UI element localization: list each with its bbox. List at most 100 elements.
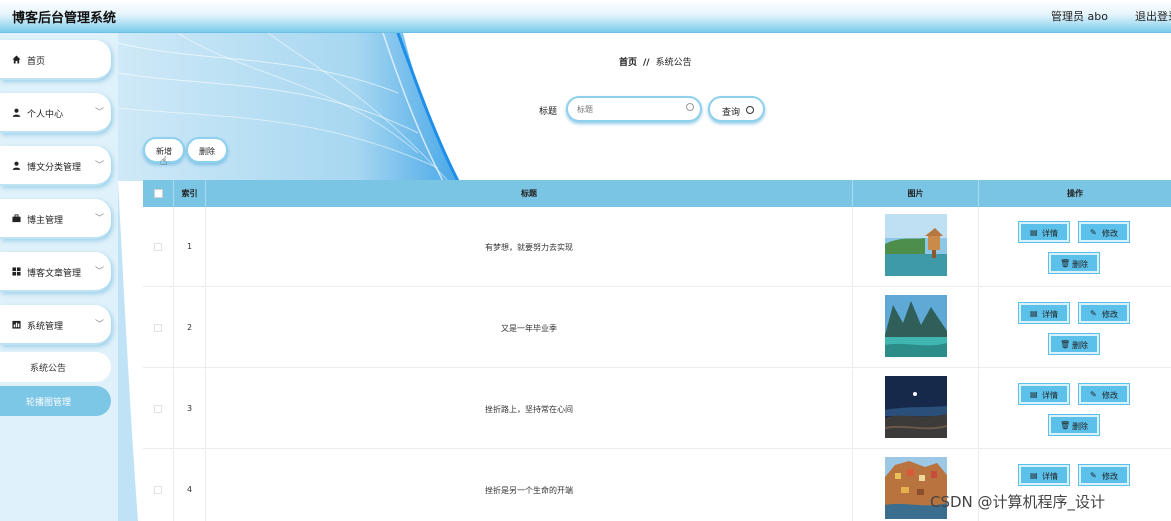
table-row: 1 有梦想，就要努力去实现 ▤ 详情 ✎ 修改 🗑 删除 [143,207,1171,287]
detail-button[interactable]: ▤ 详情 [1018,302,1070,324]
search-icon [746,106,754,114]
chevron-down-icon: ﹀ [94,161,104,171]
csdn-watermark: CSDN @计算机程序_设计 [930,493,1106,511]
sidebar-item-category[interactable]: 博文分类管理 ﹀ [0,146,111,186]
chevron-down-icon: ﹀ [94,267,104,277]
current-user-label: 管理员 abo [1051,10,1108,23]
search-field[interactable] [566,96,702,122]
delete-button[interactable]: 🗑 删除 [1048,252,1100,274]
hand-cursor-icon: ☝ [160,154,168,168]
document-icon: ▤ [1030,228,1038,237]
title-cell: 又是一年毕业季 [206,288,853,368]
home-icon [12,55,21,64]
operations-cell: ▤ 详情 ✎ 修改 🗑 删除 [979,288,1171,368]
document-icon: ▤ [1030,471,1038,480]
submenu-item-announcement[interactable]: 系统公告 [0,352,111,382]
header-select-cell [143,180,174,207]
pencil-icon: ✎ [1090,309,1097,318]
search-label: 标题 [539,107,558,117]
header-title: 标题 [206,180,853,207]
submenu-item-label: 系统公告 [30,364,67,374]
sidebar: 首页 个人中心 ﹀ 博文分类管理 ﹀ 博主管理 ﹀ 博客文章管理 ﹀ 系统管理 … [0,33,118,521]
table-row: 2 又是一年毕业季 ▤ 详情 ✎ 修改 🗑 删除 [143,288,1171,368]
briefcase-icon [12,214,21,223]
select-cell [143,450,174,521]
title-cell: 有梦想，就要努力去实现 [206,207,853,287]
pencil-icon: ✎ [1090,471,1097,480]
document-icon: ▤ [1030,390,1038,399]
row-checkbox[interactable] [154,243,162,251]
user-icon [12,108,21,117]
image-cell [853,369,979,449]
chevron-down-icon: ﹀ [94,320,104,330]
table-header: 索引 标题 图片 操作 [143,180,1171,207]
trash-icon: 🗑 [1060,340,1071,349]
search-icon [686,103,694,111]
submenu-item-carousel[interactable]: 轮播图管理 [0,386,111,416]
chevron-down-icon: ﹀ [94,108,104,118]
chevron-down-icon: ﹀ [94,214,104,224]
detail-button[interactable]: ▤ 详情 [1018,383,1070,405]
sidebar-item-label: 个人中心 [27,110,64,120]
app-title: 博客后台管理系统 [12,11,117,26]
row-checkbox[interactable] [154,486,162,494]
edit-button[interactable]: ✎ 修改 [1078,464,1130,486]
sidebar-item-personal-center[interactable]: 个人中心 ﹀ [0,93,111,133]
thumbnail-night-sky-coast[interactable] [885,376,947,438]
header-operations: 操作 [1067,189,1083,198]
sidebar-item-label: 首页 [27,57,46,67]
title-cell: 挫折是另一个生命的开端 [206,450,853,521]
document-icon: ▤ [1030,309,1038,318]
thumbnail-mountain-river[interactable] [885,295,947,357]
pencil-icon: ✎ [1090,228,1097,237]
query-button[interactable]: 查询 [708,96,765,122]
sidebar-item-blogger[interactable]: 博主管理 ﹀ [0,199,111,239]
breadcrumb-current: 系统公告 [655,58,692,68]
edit-button[interactable]: ✎ 修改 [1078,221,1130,243]
trash-icon: 🗑 [1060,421,1071,430]
breadcrumb-separator: // [643,58,650,68]
table-row: 3 挫折路上，坚持常在心间 ▤ 详情 ✎ 修改 🗑 删除 [143,369,1171,449]
pencil-icon: ✎ [1090,390,1097,399]
sidebar-item-label: 博文分类管理 [27,163,82,173]
index-cell: 1 [174,207,206,287]
header-image: 图片 [853,180,979,207]
sidebar-item-label: 系统管理 [27,322,64,332]
search-input[interactable] [577,103,677,115]
row-checkbox[interactable] [154,405,162,413]
query-button-label: 查询 [722,108,741,118]
detail-button[interactable]: ▤ 详情 [1018,464,1070,486]
select-cell [143,369,174,449]
row-checkbox[interactable] [154,324,162,332]
delete-button[interactable]: 🗑 删除 [1048,414,1100,436]
chart-icon [12,320,21,329]
batch-delete-button[interactable]: 删除 [186,137,228,163]
sidebar-item-system[interactable]: 系统管理 ﹀ [0,305,111,345]
index-cell: 4 [174,450,206,521]
breadcrumb-home[interactable]: 首页 [619,58,637,68]
sidebar-item-home[interactable]: 首页 [0,40,111,80]
select-all-checkbox[interactable] [154,189,163,198]
user-icon [12,161,21,170]
edit-button[interactable]: ✎ 修改 [1078,383,1130,405]
logout-link[interactable]: 退出登录 [1135,8,1171,24]
sidebar-item-label: 博客文章管理 [27,269,82,279]
select-cell [143,207,174,287]
edit-button[interactable]: ✎ 修改 [1078,302,1130,324]
header-index: 索引 [174,180,206,207]
submenu-item-label: 轮播图管理 [26,398,72,408]
title-cell: 挫折路上，坚持常在心间 [206,369,853,449]
index-cell: 3 [174,369,206,449]
sidebar-item-articles[interactable]: 博客文章管理 ﹀ [0,252,111,292]
top-header: 博客后台管理系统 管理员 abo 退出登录 [0,0,1171,33]
batch-delete-button-label: 删除 [199,147,215,156]
thumbnail-lake-pavilion[interactable] [885,214,947,276]
sidebar-item-label: 博主管理 [27,216,64,226]
delete-button[interactable]: 🗑 删除 [1048,333,1100,355]
trash-icon: 🗑 [1060,259,1071,268]
grid-icon [12,267,21,276]
breadcrumb: 首页 // 系统公告 [619,55,692,68]
detail-button[interactable]: ▤ 详情 [1018,221,1070,243]
operations-cell: ▤ 详情 ✎ 修改 🗑 删除 [979,369,1171,449]
operations-cell: ▤ 详情 ✎ 修改 🗑 删除 [979,207,1171,287]
